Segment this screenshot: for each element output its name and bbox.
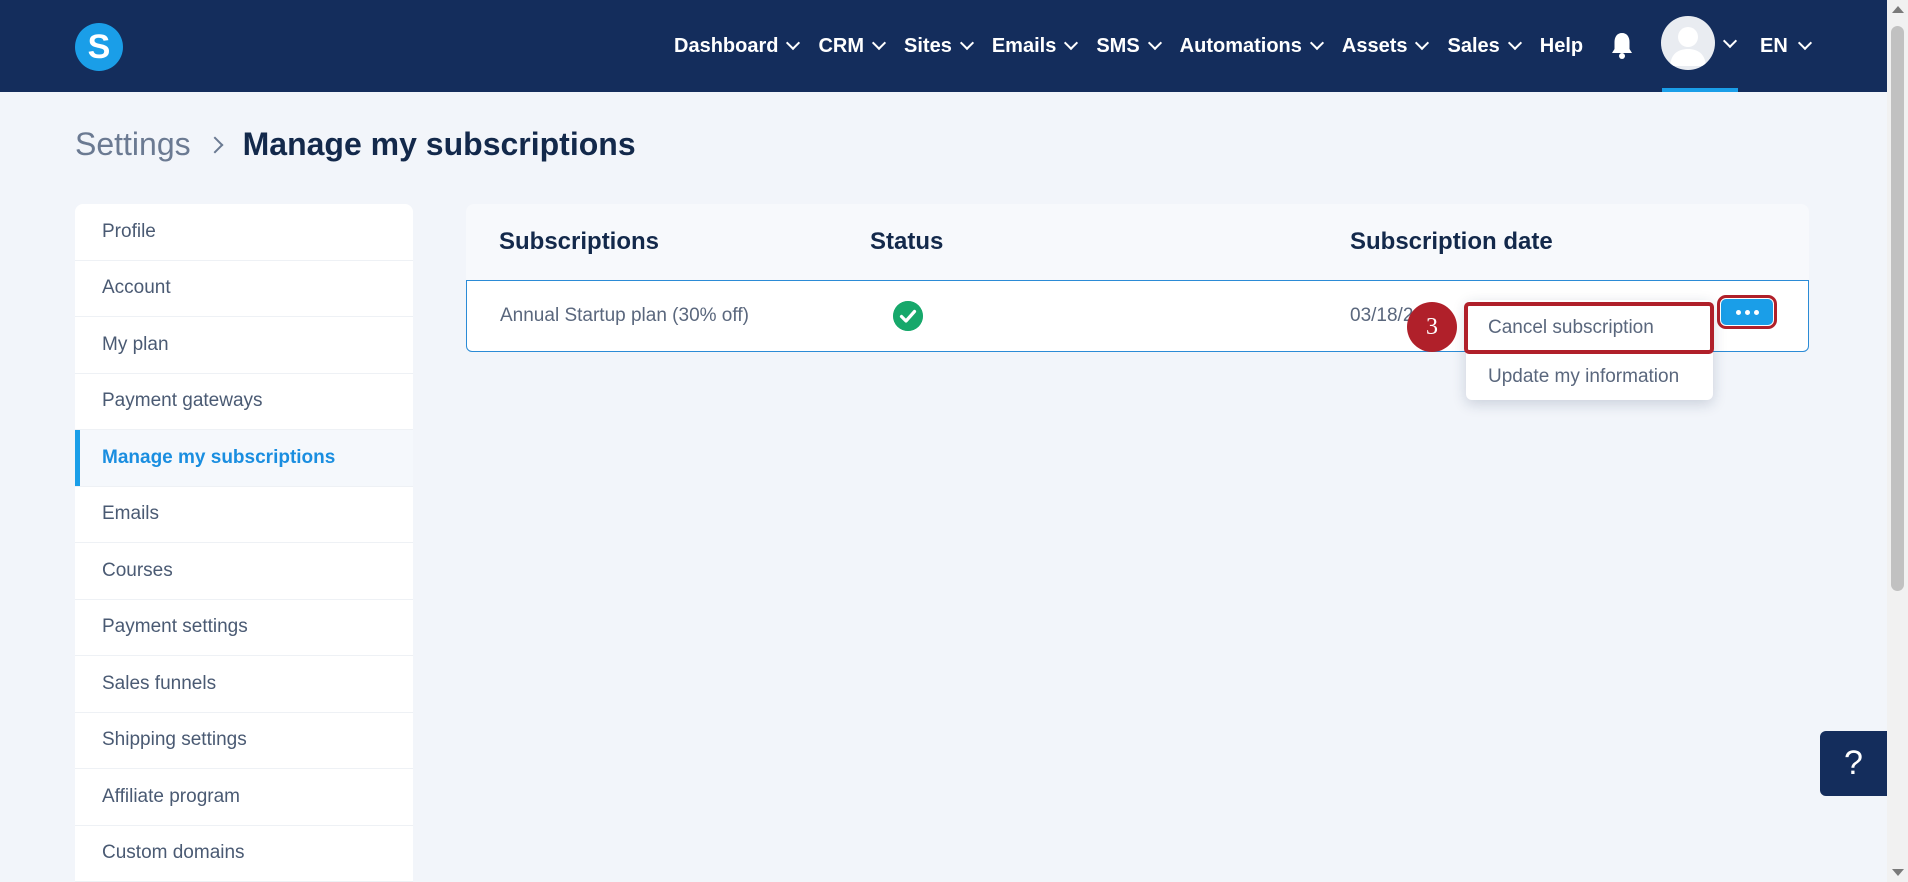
- nav-item-dashboard[interactable]: Dashboard: [674, 34, 801, 58]
- help-button[interactable]: ?: [1820, 731, 1887, 796]
- scroll-up-arrow-icon[interactable]: [1892, 6, 1904, 13]
- nav-item-sales[interactable]: Sales: [1447, 34, 1522, 58]
- page-scrollbar[interactable]: [1887, 0, 1908, 882]
- top-nav-bar: S Dashboard CRM Sites Emails SMS Automations A…: [0, 0, 1887, 92]
- more-options-button[interactable]: [1717, 295, 1777, 329]
- sidebar-item-emails[interactable]: Emails: [75, 487, 413, 543]
- sidebar-item-account[interactable]: Account: [75, 261, 413, 317]
- sidebar-item-custom-domains[interactable]: Custom domains: [75, 826, 413, 882]
- scroll-down-arrow-icon[interactable]: [1892, 869, 1904, 876]
- sidebar-item-affiliate-program[interactable]: Affiliate program: [75, 769, 413, 826]
- ellipsis-dot: [1744, 309, 1750, 315]
- nav-item-assets[interactable]: Assets: [1341, 34, 1430, 58]
- nav-item-label: Automations: [1179, 34, 1302, 57]
- subscription-date: 03/18/2: [1350, 305, 1414, 326]
- scrollbar-thumb[interactable]: [1891, 26, 1904, 591]
- nav-item-sms[interactable]: SMS: [1096, 34, 1162, 58]
- chevron-down-icon: [1722, 33, 1738, 49]
- chevron-down-icon: [959, 35, 974, 51]
- sidebar-item-my-plan[interactable]: My plan: [75, 317, 413, 374]
- chevron-down-icon: [1507, 35, 1522, 51]
- nav-item-sites[interactable]: Sites: [904, 34, 974, 58]
- main-nav: Dashboard CRM Sites Emails SMS Automations Ass…: [674, 0, 1609, 92]
- row-actions-menu: Cancel subscription Update my informatio…: [1466, 300, 1713, 400]
- user-silhouette-icon: [1670, 27, 1706, 66]
- subscription-name: Annual Startup plan (30% off): [500, 305, 749, 326]
- chevron-down-icon: [871, 35, 887, 51]
- active-nav-indicator: [1662, 88, 1738, 92]
- nav-item-automations[interactable]: Automations: [1179, 34, 1324, 58]
- ellipsis-dot: [1753, 309, 1759, 315]
- nav-item-label: SMS: [1096, 34, 1140, 57]
- cancel-subscription-menu-item[interactable]: Cancel subscription: [1466, 303, 1713, 353]
- nav-item-help[interactable]: Help: [1540, 35, 1583, 58]
- sidebar-item-sales-funnels[interactable]: Sales funnels: [75, 656, 413, 713]
- user-menu-button[interactable]: [1660, 16, 1740, 92]
- column-header-subscriptions: Subscriptions: [499, 228, 660, 255]
- settings-sidebar: Profile Account My plan Payment gateways Man…: [75, 204, 413, 882]
- breadcrumb: Settings Manage my subscriptions: [75, 126, 636, 163]
- chevron-right-icon: [206, 136, 224, 153]
- chevron-down-icon: [1415, 35, 1430, 51]
- language-selector[interactable]: EN: [1760, 0, 1812, 92]
- app-logo[interactable]: S: [75, 23, 123, 71]
- nav-item-label: Help: [1539, 34, 1584, 57]
- nav-item-label: Sites: [904, 34, 952, 57]
- language-label: EN: [1760, 34, 1788, 57]
- sidebar-item-shipping-settings[interactable]: Shipping settings: [75, 713, 413, 769]
- column-header-date: Subscription date: [1350, 228, 1553, 255]
- chevron-down-icon: [1797, 35, 1812, 51]
- page-title: Manage my subscriptions: [242, 126, 636, 162]
- nav-item-emails[interactable]: Emails: [991, 34, 1079, 58]
- chevron-down-icon: [786, 35, 801, 51]
- table-header: Subscriptions Status Subscription date: [466, 204, 1809, 280]
- breadcrumb-settings-link[interactable]: Settings: [75, 126, 191, 163]
- chevron-down-icon: [1309, 35, 1324, 51]
- nav-item-label: CRM: [818, 34, 865, 57]
- sidebar-item-courses[interactable]: Courses: [75, 543, 413, 600]
- nav-item-label: Sales: [1447, 34, 1500, 57]
- nav-item-label: Assets: [1341, 34, 1408, 57]
- chevron-down-icon: [1147, 35, 1162, 51]
- step-number-badge: 3: [1407, 302, 1457, 352]
- nav-item-label: Dashboard: [674, 34, 779, 57]
- bell-icon[interactable]: [1610, 32, 1634, 60]
- avatar: [1661, 16, 1715, 70]
- sidebar-item-payment-gateways[interactable]: Payment gateways: [75, 374, 413, 430]
- update-information-menu-item[interactable]: Update my information: [1466, 352, 1713, 402]
- sidebar-item-profile[interactable]: Profile: [75, 204, 413, 261]
- nav-item-crm[interactable]: CRM: [818, 34, 887, 58]
- sidebar-item-payment-settings[interactable]: Payment settings: [75, 600, 413, 656]
- column-header-status: Status: [870, 228, 944, 255]
- sidebar-item-manage-my-subscriptions[interactable]: Manage my subscriptions: [75, 430, 413, 487]
- ellipsis-dot: [1735, 309, 1741, 315]
- nav-item-label: Emails: [991, 34, 1057, 57]
- check-circle-icon: [893, 301, 923, 331]
- chevron-down-icon: [1064, 35, 1079, 51]
